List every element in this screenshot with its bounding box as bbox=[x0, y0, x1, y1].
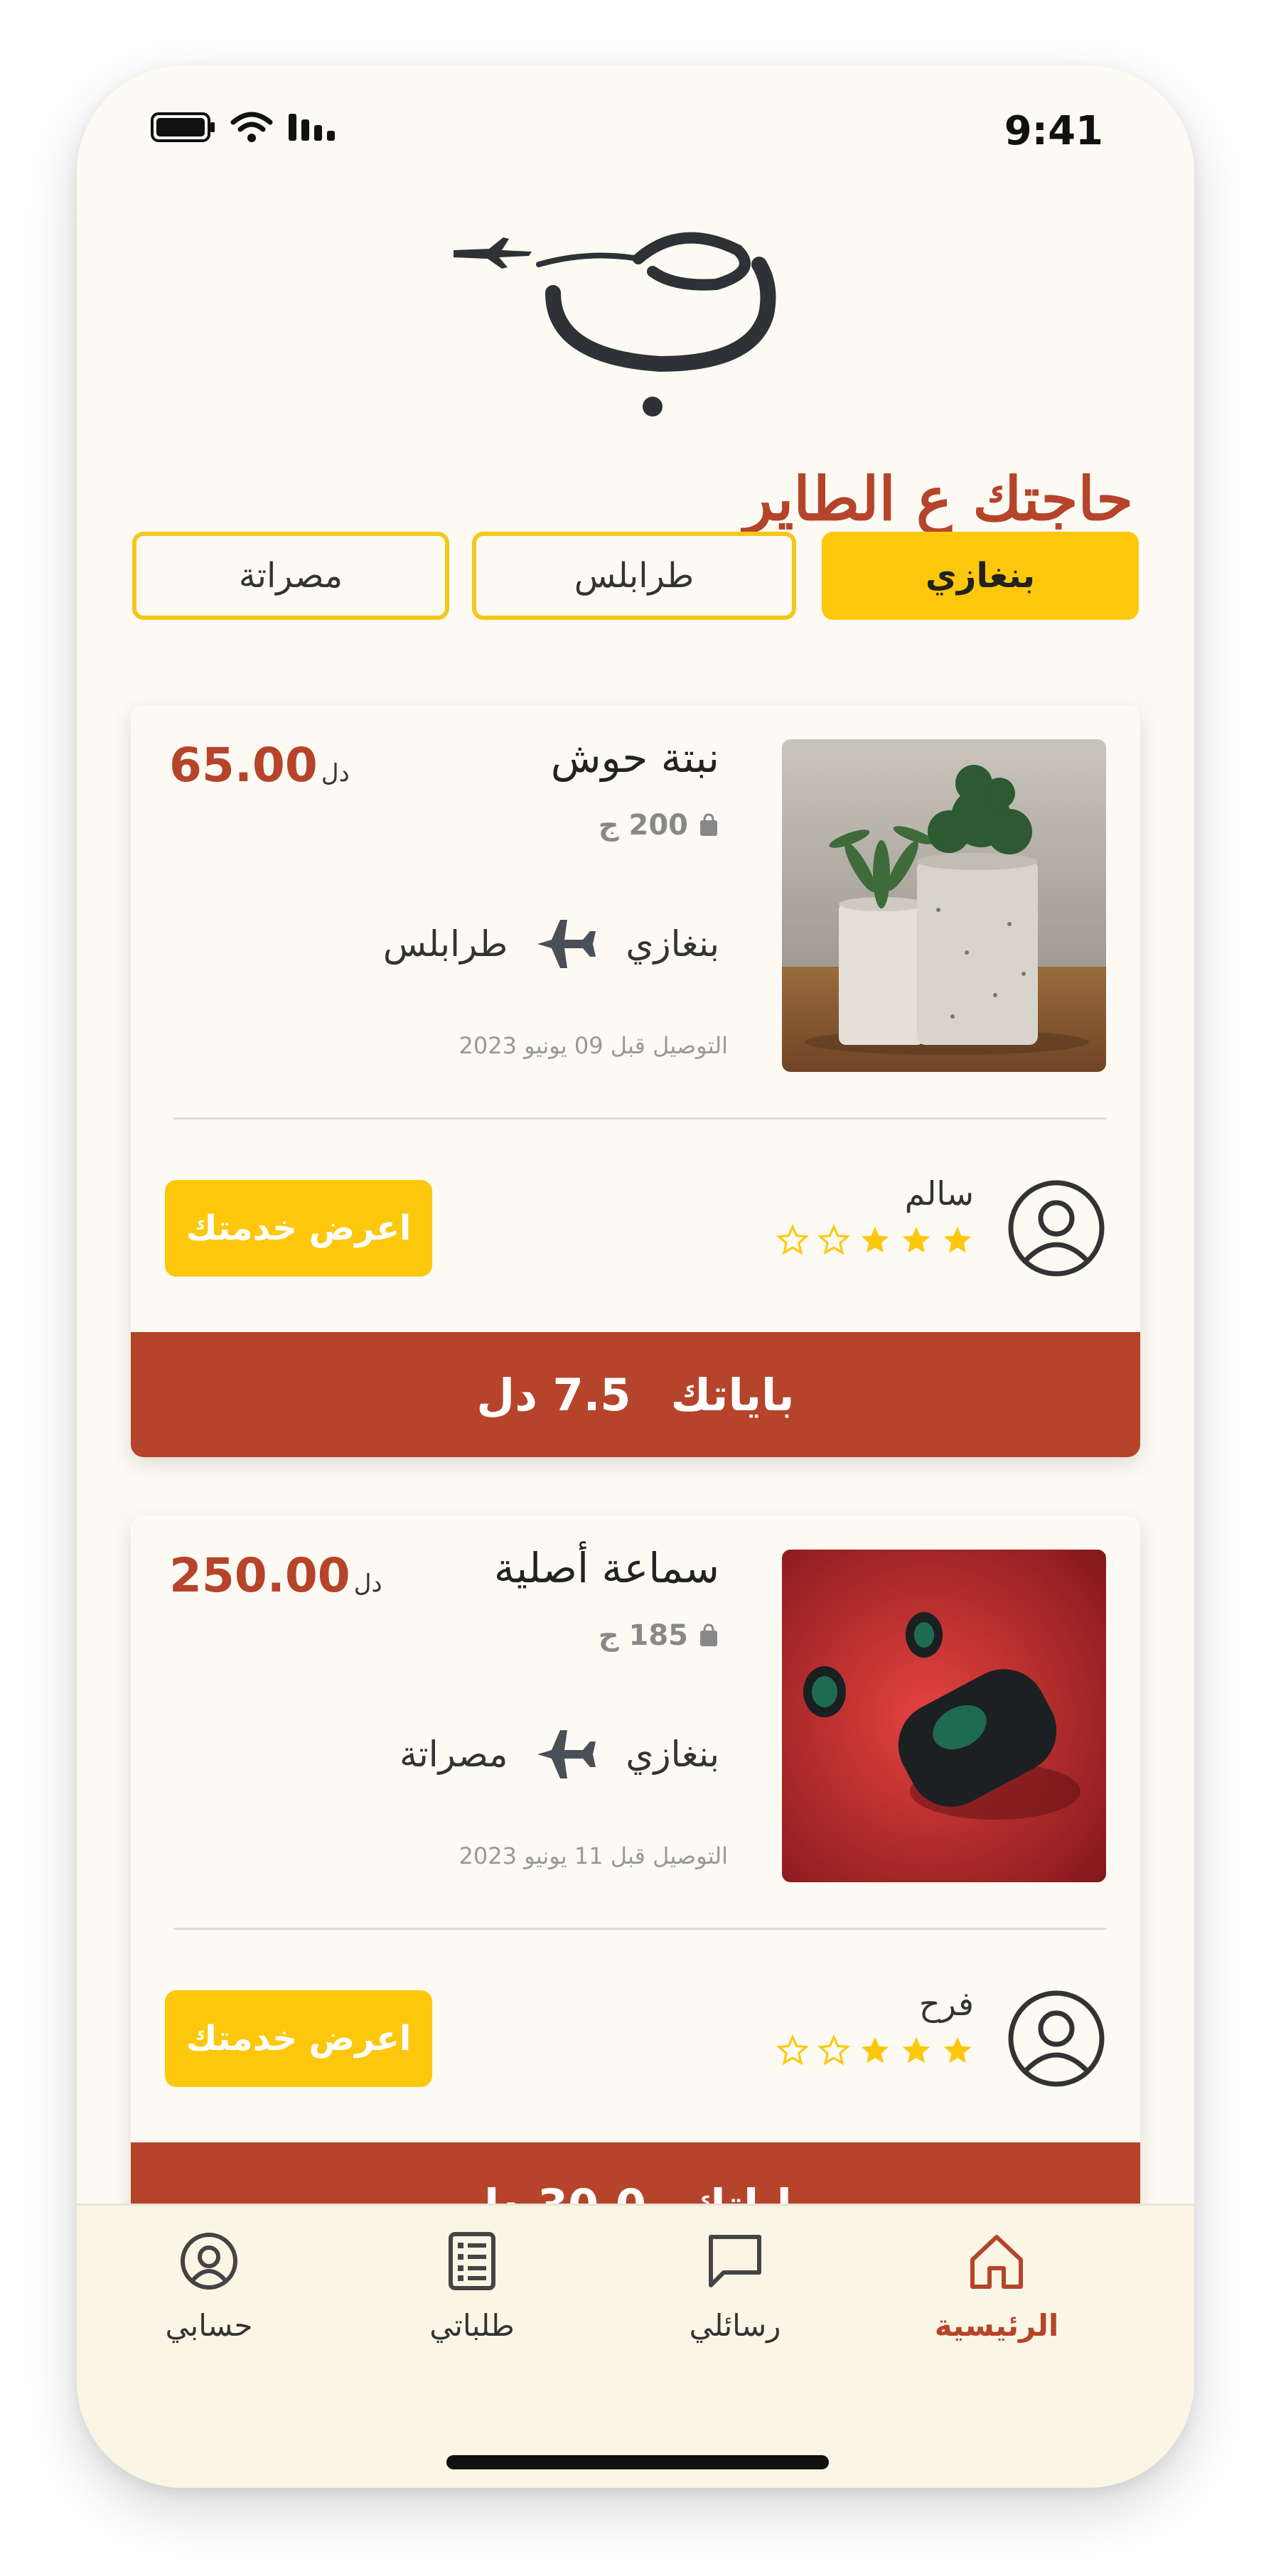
route-to: مصراتة bbox=[399, 1734, 508, 1775]
offer-service-button[interactable]: اعرض خدمتك bbox=[165, 1990, 432, 2087]
route-to: طرابلس bbox=[382, 923, 508, 965]
nav-orders[interactable]: طلباتي bbox=[365, 2231, 579, 2388]
plant-photo bbox=[782, 739, 1106, 1072]
listing-card[interactable]: نبتة حوش دل 65.00 200 ج بنغازي طرابلس ال… bbox=[131, 705, 1140, 1457]
user-rating bbox=[776, 1224, 974, 1257]
star-empty-icon bbox=[817, 1224, 850, 1255]
listing-title: نبتة حوش bbox=[550, 734, 719, 782]
listing-route: بنغازي مصراتة bbox=[399, 1726, 719, 1783]
nav-messages-label: رسائلي bbox=[689, 2308, 781, 2343]
brand-tagline: حاجتك ع الطاير bbox=[744, 463, 1133, 534]
status-icons bbox=[151, 111, 338, 144]
user-name: سالم bbox=[904, 1174, 974, 1213]
user-avatar-icon[interactable] bbox=[1007, 1989, 1106, 2088]
listing-card[interactable]: سماعة أصلية دل 250.00 185 ج بنغازي مصرات… bbox=[131, 1515, 1140, 2268]
bottom-nav: حسابي طلباتي رسائلي الرئيسية bbox=[77, 2204, 1194, 2488]
star-empty-icon bbox=[776, 2034, 809, 2066]
battery-icon bbox=[151, 112, 215, 142]
nav-messages[interactable]: رسائلي bbox=[628, 2231, 842, 2388]
star-filled-icon bbox=[902, 2036, 931, 2064]
delivery-date: التوصيل قبل 09 يونيو 2023 bbox=[458, 1032, 728, 1059]
star-filled-icon bbox=[861, 1226, 889, 1253]
user-avatar-icon[interactable] bbox=[1007, 1179, 1106, 1278]
fee-label: باياتك bbox=[670, 1368, 795, 1421]
city-tabs: مصراتة طرابلس بنغازي bbox=[132, 532, 1139, 620]
listing-price: دل 250.00 bbox=[169, 1548, 387, 1603]
price-currency: دل bbox=[321, 759, 350, 788]
bag-icon bbox=[700, 813, 717, 836]
status-time: 9:41 bbox=[1004, 108, 1103, 154]
star-filled-icon bbox=[902, 1226, 931, 1253]
star-filled-icon bbox=[861, 2036, 889, 2064]
listing-title: سماعة أصلية bbox=[493, 1544, 719, 1592]
user-name: فرح bbox=[918, 1985, 974, 2023]
status-bar: 9:41 bbox=[77, 65, 1194, 193]
earbuds-photo bbox=[782, 1550, 1106, 1882]
route-from: بنغازي bbox=[626, 923, 719, 965]
listing-weight: 185 ج bbox=[599, 1619, 719, 1652]
offer-service-button[interactable]: اعرض خدمتك bbox=[165, 1180, 432, 1277]
delivery-date: التوصيل قبل 11 يونيو 2023 bbox=[458, 1842, 728, 1869]
account-icon bbox=[181, 2233, 237, 2290]
nav-account[interactable]: حسابي bbox=[102, 2231, 316, 2388]
brand-logo bbox=[454, 232, 776, 417]
price-currency: دل bbox=[353, 1569, 382, 1598]
orders-icon bbox=[449, 2232, 495, 2290]
star-empty-icon bbox=[817, 2034, 850, 2066]
signal-icon bbox=[289, 114, 335, 141]
home-icon bbox=[970, 2235, 1023, 2289]
listing-image bbox=[782, 1550, 1106, 1882]
star-empty-icon bbox=[776, 1224, 809, 1255]
airplane-icon bbox=[537, 1730, 596, 1778]
price-value: 250.00 bbox=[169, 1548, 350, 1603]
nav-home[interactable]: الرئيسية bbox=[890, 2231, 1103, 2388]
listing-price: دل 65.00 bbox=[169, 738, 354, 793]
chat-icon bbox=[709, 2235, 761, 2287]
bag-icon bbox=[700, 1624, 717, 1646]
home-indicator bbox=[446, 2455, 829, 2469]
user-rating bbox=[776, 2034, 974, 2067]
listing-route: بنغازي طرابلس bbox=[383, 916, 719, 972]
nav-account-label: حسابي bbox=[165, 2308, 253, 2343]
nav-home-label: الرئيسية bbox=[934, 2308, 1059, 2343]
price-value: 65.00 bbox=[169, 738, 318, 793]
airplane-icon bbox=[537, 920, 596, 968]
wifi-icon bbox=[230, 112, 273, 142]
phone-frame: 9:41 حاجتك ع الطاير مصراتة طرابلس بنغازي bbox=[77, 65, 1194, 2488]
card-divider bbox=[173, 1928, 1106, 1930]
star-filled-icon bbox=[943, 2036, 972, 2064]
weight-value: 200 ج bbox=[598, 809, 688, 842]
tab-misrata[interactable]: مصراتة bbox=[132, 532, 449, 620]
fee-value: 7.5 دل bbox=[476, 1368, 631, 1421]
nav-orders-label: طلباتي bbox=[429, 2308, 515, 2343]
tab-benghazi[interactable]: بنغازي bbox=[822, 532, 1139, 620]
star-filled-icon bbox=[943, 1226, 972, 1253]
weight-value: 185 ج bbox=[598, 1619, 688, 1652]
route-from: بنغازي bbox=[626, 1734, 719, 1775]
listing-weight: 200 ج bbox=[599, 809, 719, 842]
fee-bar: باياتك 7.5 دل bbox=[131, 1332, 1140, 1457]
card-divider bbox=[173, 1117, 1106, 1120]
listing-image bbox=[782, 739, 1106, 1072]
tab-tripoli[interactable]: طرابلس bbox=[472, 532, 796, 620]
